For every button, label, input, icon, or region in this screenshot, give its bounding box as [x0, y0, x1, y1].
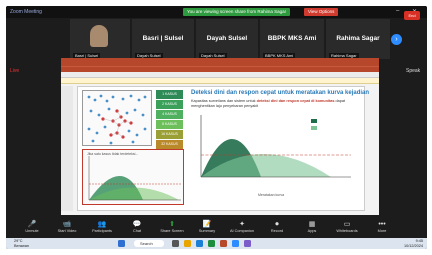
app-title: Zoom Meeting: [10, 9, 42, 15]
control-label: Record: [270, 229, 284, 233]
slide: 1 KASUS 2 KASUS 4 KASUS 8 KASUS 16 KASUS 32 K…: [77, 86, 369, 211]
powerpoint-icon[interactable]: [220, 240, 227, 247]
slide-thumbnails: [61, 86, 73, 211]
participant-strip: Basri | Sulsel Basri | Sulsel Dayah Suls…: [64, 19, 394, 59]
control-label: Unmute: [25, 229, 39, 233]
taskbar-search[interactable]: Search: [134, 240, 164, 247]
end-button[interactable]: End: [404, 11, 420, 20]
control-label: Start Video: [57, 229, 77, 233]
curve-panel-main: [191, 111, 361, 181]
participant-name: BBPK MKS Ami: [267, 35, 317, 42]
participants-icon: 👥: [97, 221, 107, 228]
case-bar: 1 KASUS: [156, 90, 183, 99]
participant-tile[interactable]: BBPK MKS Ami BBPK MKS Ami: [260, 19, 324, 59]
slide-subtext: Kapasitas surveilans dan sistem untuk de…: [191, 99, 351, 108]
chrome-icon[interactable]: [208, 240, 215, 247]
companion-icon: ✦: [239, 221, 245, 228]
whiteboard-button[interactable]: ▭ Whiteboards: [329, 220, 365, 233]
participant-tile[interactable]: Rahima Sagar Rahima Sagar: [326, 19, 390, 59]
more-button[interactable]: ••• More: [364, 220, 400, 233]
participant-name: Dayah Sulsel: [206, 35, 248, 42]
next-page-icon[interactable]: ›: [391, 34, 402, 45]
chat-button[interactable]: 💬 Chat: [119, 220, 155, 233]
share-button[interactable]: ⬆ Share Screen: [154, 220, 190, 233]
apps-button[interactable]: ▦ Apps: [294, 220, 330, 233]
case-bar: 32 KASUS: [156, 140, 183, 149]
control-label: More: [377, 229, 387, 233]
weather-widget[interactable]: 29°C Berawan: [14, 239, 29, 248]
ppt-ribbon: [61, 66, 379, 72]
weather-desc: Berawan: [14, 243, 29, 248]
record-icon: ⏺: [275, 221, 279, 228]
whiteboard-icon: ▭: [343, 221, 351, 228]
case-bar: 4 KASUS: [156, 110, 183, 119]
ppt-title-bar: [61, 58, 379, 66]
subtext-pre: Kapasitas surveilans dan sistem untuk: [191, 99, 257, 103]
shared-powerpoint: 1 KASUS 2 KASUS 4 KASUS 8 KASUS 16 KASUS 32 K…: [61, 58, 379, 215]
case-bar: 2 KASUS: [156, 100, 183, 109]
ppt-notice-bar: [61, 78, 379, 84]
case-bar: 8 KASUS: [156, 120, 183, 129]
participant-name: Basri | Sulsel: [142, 35, 184, 42]
participants-button[interactable]: 👥 Participants: [84, 220, 120, 233]
companion-button[interactable]: ✦ AI Companion: [224, 220, 260, 233]
video-button[interactable]: 📹 Start Video: [49, 220, 85, 233]
note-bottom: Meratakan kurva: [258, 193, 285, 197]
control-label: Whiteboards: [336, 229, 358, 233]
summary-icon: 📝: [202, 221, 212, 228]
mic-button[interactable]: 🎤 Unmute: [14, 220, 50, 233]
windows-taskbar: 29°C Berawan Search 9:45 10/12/2024: [6, 238, 427, 249]
clock-time: 9:45: [415, 239, 424, 243]
participant-tile[interactable]: Basri | Sulsel Dayah Sulsel: [132, 19, 194, 59]
minimize-icon[interactable]: –: [396, 8, 399, 14]
clock-date: 10/12/2024: [404, 243, 424, 248]
chat-icon: 💬: [132, 221, 142, 228]
edge-icon[interactable]: [196, 240, 203, 247]
control-label: Chat: [132, 229, 142, 233]
mic-icon: 🎤: [27, 221, 37, 228]
curve-left-svg: [88, 156, 181, 201]
teams-icon[interactable]: [244, 240, 251, 247]
note-left: Jika satu kasus tidak terdeteksi...: [87, 152, 139, 156]
apps-icon: ▦: [308, 221, 316, 228]
participant-tile[interactable]: Dayah Sulsel Dayah Sulsel: [196, 19, 258, 59]
taskview-icon[interactable]: [172, 240, 179, 247]
slide-headline: Deteksi dini dan respon cepat untuk mera…: [191, 90, 370, 96]
participant-name: Rahima Sagar: [336, 35, 380, 42]
live-label: Live: [10, 68, 20, 74]
participant-tile[interactable]: Basri | Sulsel: [70, 19, 130, 59]
curve-panel-left: Jika satu kasus tidak terdeteksi...: [82, 149, 184, 205]
control-label: Summary: [198, 229, 216, 233]
control-label: Apps: [307, 229, 317, 233]
dot-grid-svg: [87, 94, 147, 145]
summary-button[interactable]: 📝 Summary: [189, 220, 225, 233]
zoom-top-bar: Zoom Meeting You are viewing screen shar…: [6, 6, 427, 18]
file-explorer-icon[interactable]: [184, 240, 191, 247]
avatar: [90, 25, 108, 47]
share-banner: You are viewing screen share from Rahima…: [183, 8, 291, 16]
view-options-button[interactable]: View Options: [304, 8, 339, 16]
curve-main-svg: [200, 115, 351, 178]
start-icon[interactable]: [118, 240, 125, 247]
case-bar: 16 KASUS: [156, 130, 183, 139]
control-label: AI Companion: [229, 229, 255, 233]
subtext-bold: deteksi dini dan respon cepat di komunit…: [256, 99, 335, 103]
more-icon: •••: [378, 221, 386, 228]
record-button[interactable]: ⏺ Record: [259, 220, 295, 233]
zoom-icon[interactable]: [232, 240, 239, 247]
taskbar-clock: 9:45 10/12/2024: [404, 239, 423, 248]
weather-temp: 29°C: [14, 239, 23, 243]
video-icon: 📹: [62, 221, 72, 228]
share-icon: ⬆: [169, 221, 175, 228]
control-label: Share Screen: [160, 229, 184, 233]
dot-diagram-top: [82, 90, 152, 146]
speak-label: Speak: [406, 68, 421, 74]
control-label: Participants: [92, 229, 112, 233]
meeting-controls: 🎤 Unmute 📹 Start Video 👥 Participants 💬 Chat ⬆ Sh…: [6, 218, 427, 238]
screen: Zoom Meeting You are viewing screen shar…: [6, 6, 427, 249]
